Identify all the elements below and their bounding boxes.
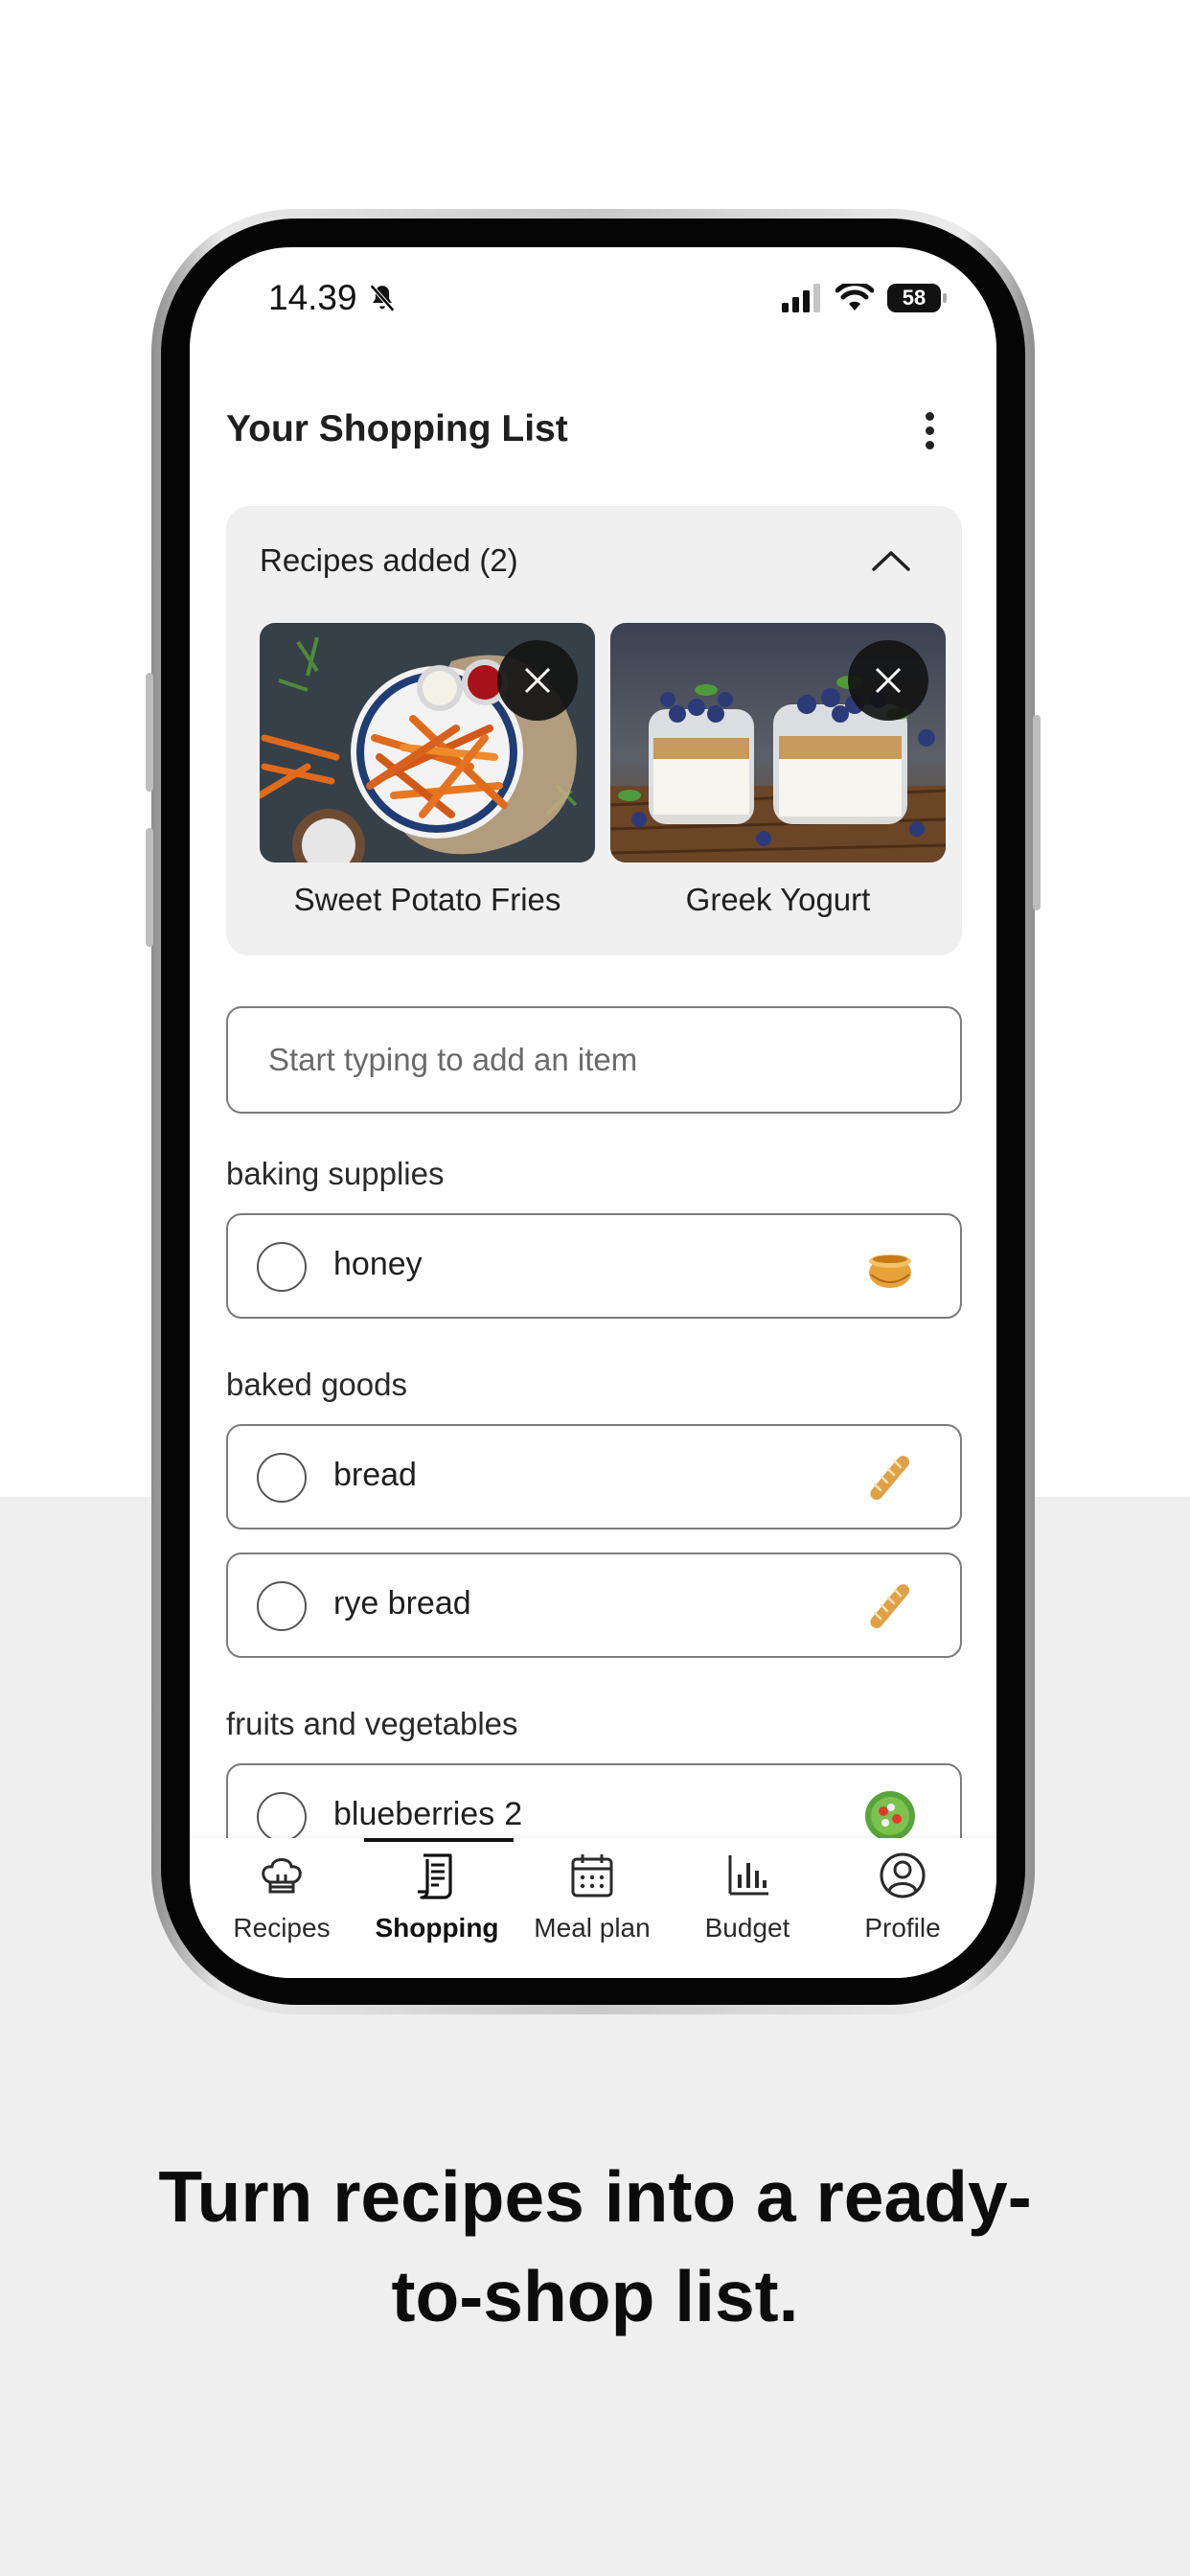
volume-down-button xyxy=(146,828,153,947)
recipe-card-label: Sweet Potato Fries xyxy=(293,882,561,917)
active-tab-indicator xyxy=(364,1838,514,1842)
recipe-card-sweet-potato-fries[interactable]: Sweet Potato Fries xyxy=(260,623,595,918)
list-item-bread[interactable]: bread xyxy=(226,1424,962,1530)
close-icon xyxy=(875,667,902,694)
item-checkbox[interactable] xyxy=(257,1242,307,1292)
battery-indicator: 58 xyxy=(887,284,947,312)
signal-icon xyxy=(782,284,820,312)
more-options-icon[interactable] xyxy=(920,412,939,456)
battery-level: 58 xyxy=(902,286,927,310)
volume-up-button xyxy=(146,673,153,792)
tab-budget[interactable]: Budget xyxy=(680,1850,814,1944)
power-button xyxy=(1033,715,1041,910)
tab-label: Shopping xyxy=(375,1913,499,1943)
honey-pot-icon xyxy=(869,1254,911,1288)
item-checkbox[interactable] xyxy=(257,1453,307,1503)
remove-recipe-button[interactable] xyxy=(848,640,928,721)
receipt-icon xyxy=(418,1853,452,1899)
add-item-input[interactable] xyxy=(226,1006,962,1114)
bottom-tab-bar: Recipes Shopping Meal plan Budget Profil… xyxy=(190,1838,996,1978)
item-name: rye bread xyxy=(333,1585,471,1622)
tab-profile[interactable]: Profile xyxy=(835,1850,970,1944)
phone-screen: 14.39 58 Your Shopping List Recipes adde… xyxy=(190,247,996,1978)
marketing-headline: Turn recipes into a ready- to-shop list. xyxy=(0,2147,1190,2346)
recipes-added-panel: Recipes added (2) Sweet Potato Fries Gre… xyxy=(226,506,962,955)
recipe-image-sweet-potato-fries xyxy=(260,623,595,862)
section-label: baked goods xyxy=(226,1367,407,1402)
item-quantity: 2 xyxy=(504,1796,523,1832)
item-name: honey xyxy=(333,1246,423,1282)
tab-recipes[interactable]: Recipes xyxy=(215,1850,349,1944)
headline-line-2: to-shop list. xyxy=(391,2256,799,2336)
salad-icon xyxy=(865,1791,915,1841)
status-time: 14.39 xyxy=(268,278,357,317)
item-name: bread xyxy=(333,1457,417,1493)
tab-shopping[interactable]: Shopping xyxy=(370,1850,504,1944)
item-name: blueberries 2 xyxy=(333,1796,523,1832)
tab-label: Profile xyxy=(864,1913,941,1943)
item-checkbox[interactable] xyxy=(257,1581,307,1631)
item-checkbox[interactable] xyxy=(257,1792,307,1842)
user-circle-icon xyxy=(880,1852,926,1898)
list-item-rye-bread[interactable]: rye bread xyxy=(226,1552,962,1658)
headline-line-1: Turn recipes into a ready- xyxy=(158,2156,1032,2237)
close-icon xyxy=(524,667,551,694)
recipe-image-greek-yogurt xyxy=(610,623,946,862)
status-icons: 58 xyxy=(782,282,947,314)
bell-muted-icon xyxy=(369,284,396,312)
chef-hat-icon xyxy=(262,1858,302,1894)
section-label: fruits and vegetables xyxy=(226,1706,518,1741)
list-item-honey[interactable]: honey xyxy=(226,1213,962,1319)
recipe-card-label: Greek Yogurt xyxy=(685,882,871,917)
page-title: Your Shopping List xyxy=(226,408,568,449)
recipe-card-greek-yogurt[interactable]: Greek Yogurt xyxy=(610,623,946,918)
wifi-icon xyxy=(835,284,874,310)
tab-label: Meal plan xyxy=(534,1913,651,1943)
calendar-icon xyxy=(571,1854,613,1898)
section-label: baking supplies xyxy=(226,1156,445,1191)
baguette-icon xyxy=(870,1584,910,1629)
baguette-icon xyxy=(870,1456,910,1501)
chevron-up-icon[interactable] xyxy=(870,548,912,573)
remove-recipe-button[interactable] xyxy=(497,640,578,721)
recipes-added-heading: Recipes added (2) xyxy=(260,542,518,578)
tab-meal-plan[interactable]: Meal plan xyxy=(525,1850,659,1944)
tab-label: Recipes xyxy=(233,1913,331,1943)
tab-label: Budget xyxy=(704,1913,790,1943)
bar-chart-icon xyxy=(728,1855,768,1896)
